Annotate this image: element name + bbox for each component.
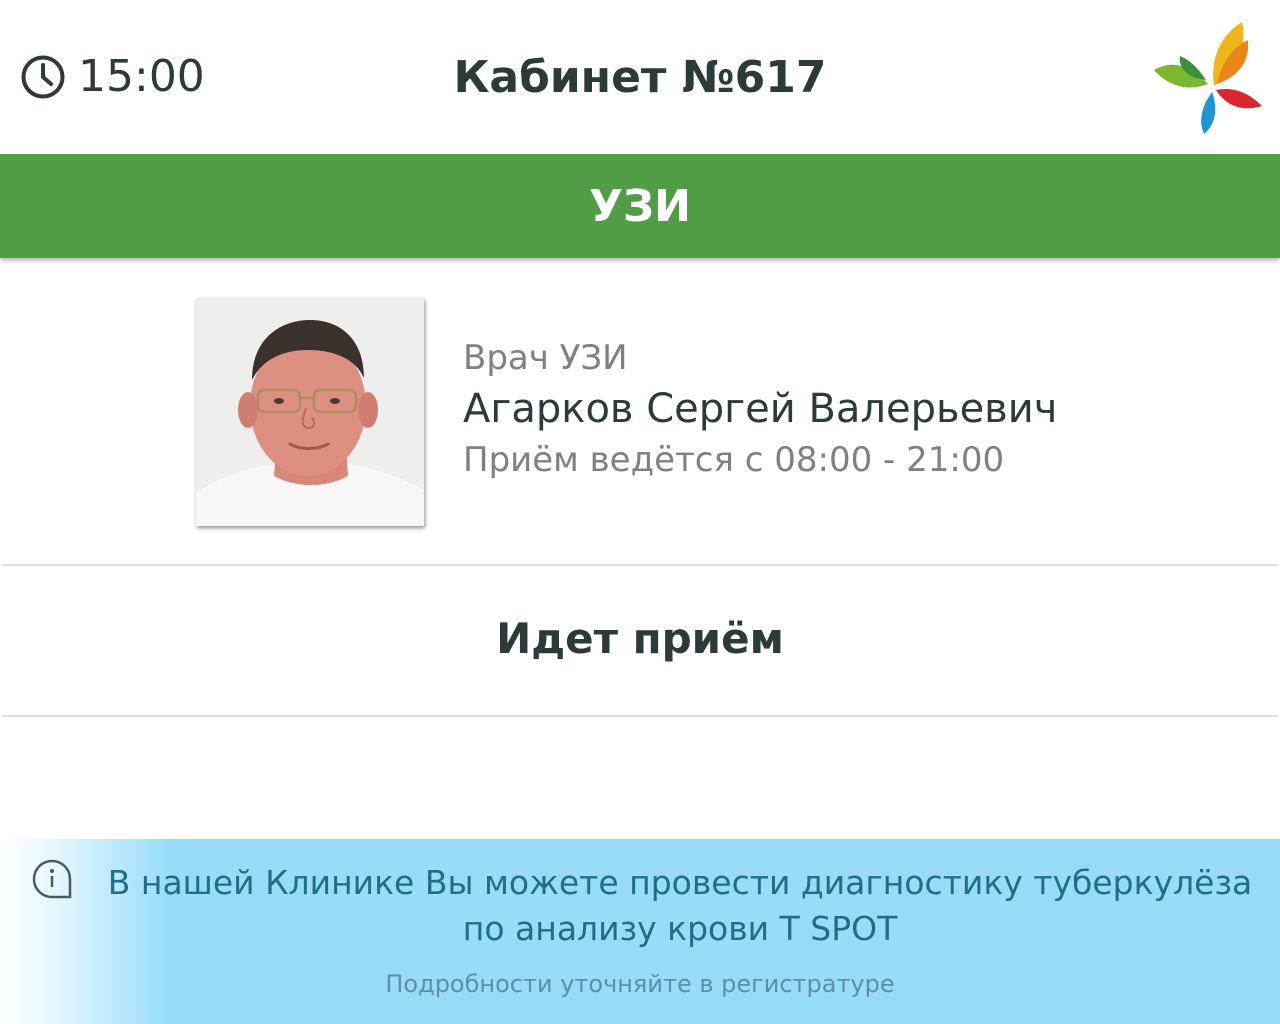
status-text: Идет приём [496, 614, 784, 663]
promo-note: Подробности уточняйте в регистратуре [385, 970, 895, 998]
doctor-name: Агарков Сергей Валерьевич [463, 386, 1058, 432]
doctor-portrait [196, 298, 424, 526]
divider-bottom [2, 715, 1278, 717]
doctor-role: Врач УЗИ [463, 338, 628, 378]
info-icon [32, 859, 72, 899]
reception-hours: Приём ведётся с 08:00 - 21:00 [463, 440, 1005, 480]
header: 15:00 Кабинет №617 [0, 0, 1280, 154]
divider-top [2, 564, 1278, 566]
cabinet-title: Кабинет №617 [453, 52, 827, 103]
butterfly-logo [1154, 22, 1262, 134]
promo-line-1: В нашей Клинике Вы можете провести диагн… [107, 863, 1253, 902]
service-bar: УЗИ [0, 154, 1280, 258]
promo-line-2: по анализу крови T SPOT [462, 909, 898, 948]
doctor-photo [196, 298, 424, 526]
service-title: УЗИ [588, 180, 691, 232]
promo-text: В нашей Клинике Вы можете провести диагн… [80, 860, 1280, 952]
